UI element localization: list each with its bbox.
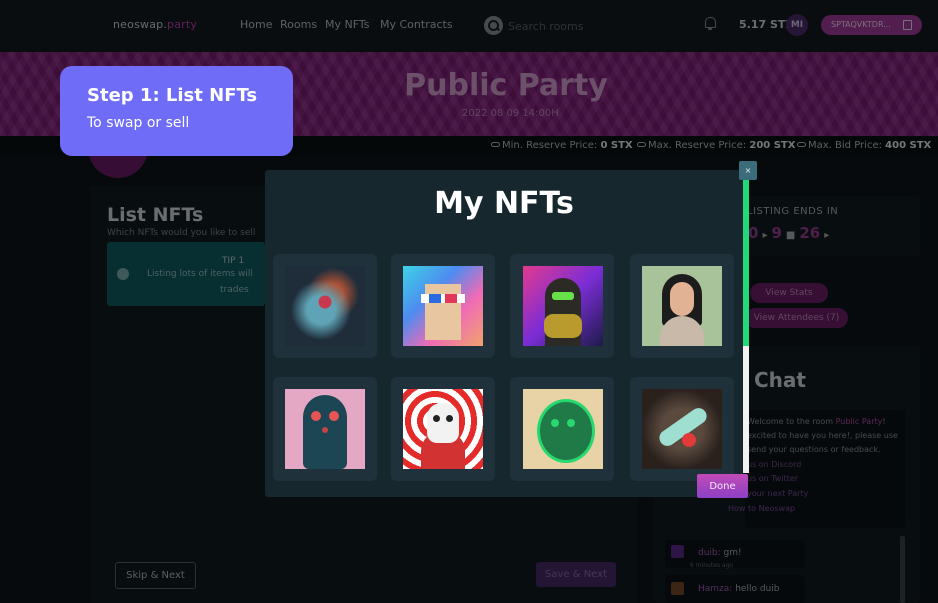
nft-card[interactable] — [630, 377, 734, 481]
nft-image — [523, 266, 603, 346]
nft-card[interactable] — [273, 377, 377, 481]
nft-image — [285, 389, 365, 469]
nft-image — [642, 266, 722, 346]
nft-image — [403, 389, 483, 469]
modal-scroll-thumb[interactable] — [743, 180, 749, 346]
tooltip-subtitle: To swap or sell — [87, 115, 190, 131]
done-button[interactable]: Done — [697, 474, 748, 498]
nft-card[interactable] — [630, 254, 734, 358]
nft-card[interactable] — [510, 254, 614, 358]
nft-image — [285, 266, 365, 346]
nft-card[interactable] — [273, 254, 377, 358]
nft-card[interactable] — [391, 377, 495, 481]
nft-image — [523, 389, 603, 469]
nft-image — [642, 389, 722, 469]
nft-card[interactable] — [391, 254, 495, 358]
nft-card[interactable] — [510, 377, 614, 481]
close-icon[interactable]: × — [739, 161, 757, 180]
my-nfts-modal: My NFTs — [265, 170, 743, 497]
onboarding-tooltip: Step 1: List NFTs To swap or sell — [60, 66, 293, 156]
tooltip-title: Step 1: List NFTs — [87, 85, 258, 106]
modal-title: My NFTs — [434, 186, 574, 221]
nft-image — [403, 266, 483, 346]
